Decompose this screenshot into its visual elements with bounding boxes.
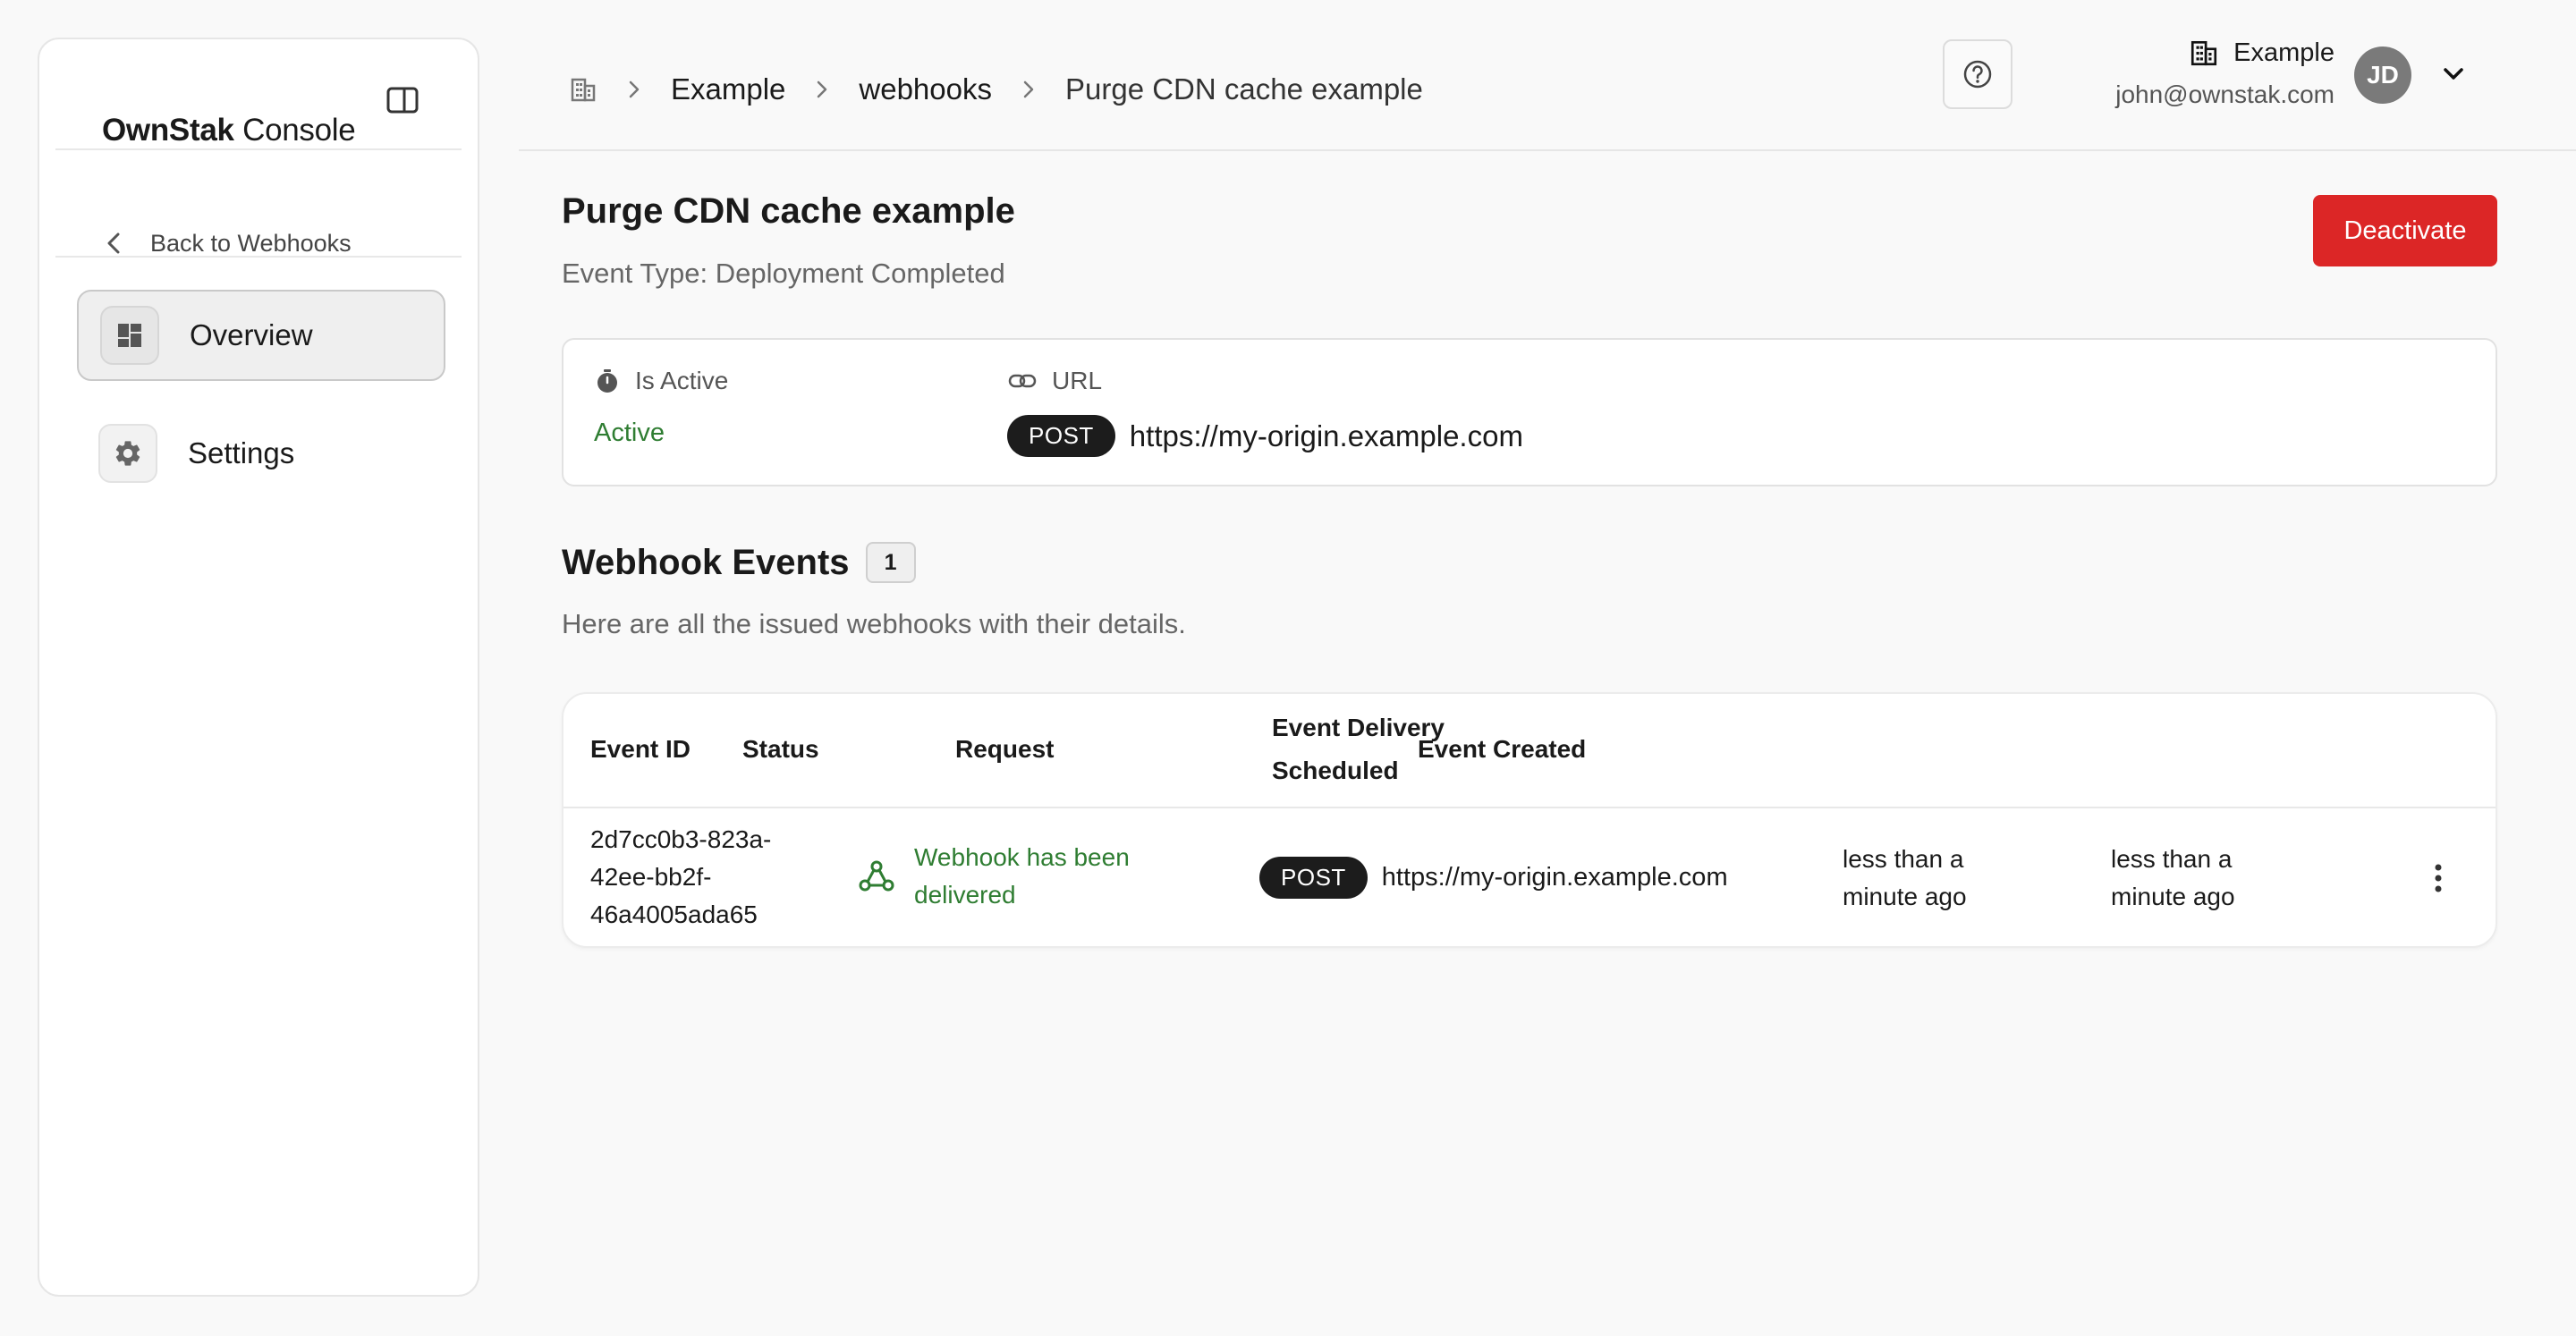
chevron-right-icon — [624, 80, 644, 99]
webhook-info-card: Is Active Active URL POST https://my-ori… — [562, 338, 2497, 486]
is-active-label: Is Active — [594, 367, 728, 395]
method-badge: POST — [1007, 415, 1115, 457]
chevron-right-icon — [812, 80, 832, 99]
building-icon[interactable] — [569, 75, 597, 104]
more-vertical-icon — [2435, 864, 2442, 892]
page-title: Purge CDN cache example — [562, 191, 1015, 231]
sidebar-item-label: Settings — [188, 436, 295, 469]
event-created-cell: less than a minute ago — [2111, 841, 2235, 916]
event-id-cell[interactable]: 2d7cc0b3-823a- 42ee-bb2f- 46a4005ada65 — [590, 821, 771, 934]
building-icon — [2191, 40, 2217, 66]
url-label-text: URL — [1052, 367, 1103, 394]
request-url: https://my-origin.example.com — [1381, 863, 1728, 892]
status-text-line: delivered — [914, 881, 1016, 909]
brand-suffix: Console — [242, 113, 356, 148]
link-icon — [1008, 374, 1037, 388]
breadcrumb: Example webhooks Purge CDN cache example — [569, 66, 1423, 113]
events-section-title: Webhook Events 1 — [562, 542, 916, 583]
back-to-webhooks-link[interactable]: Back to Webhooks — [102, 222, 352, 265]
sidebar-item-label: Overview — [190, 318, 313, 351]
delivery-text-line: less than a — [1843, 845, 1964, 873]
back-link-label: Back to Webhooks — [150, 229, 352, 257]
sidebar: OwnStak Console Back to Webhooks Overvie… — [38, 38, 479, 1297]
chevron-down-icon[interactable] — [2438, 59, 2469, 89]
account-info[interactable]: Example john@ownstak.com — [2115, 38, 2334, 109]
gear-icon — [98, 424, 157, 483]
events-title-text: Webhook Events — [562, 542, 850, 582]
webhook-url-row: POST https://my-origin.example.com — [1007, 415, 1523, 457]
header-divider — [519, 149, 2576, 151]
brand-name: OwnStak — [102, 113, 234, 148]
sidebar-item-settings[interactable]: Settings — [77, 408, 445, 499]
breadcrumb-current: Purge CDN cache example — [1065, 72, 1423, 106]
delivery-scheduled-cell: less than a minute ago — [1843, 841, 1967, 916]
event-type-subtitle: Event Type: Deployment Completed — [562, 258, 1005, 289]
avatar[interactable]: JD — [2354, 47, 2411, 104]
breadcrumb-org[interactable]: Example — [671, 72, 785, 106]
events-subtitle: Here are all the issued webhooks with th… — [562, 608, 1186, 639]
status-text-line: Webhook has been — [914, 843, 1130, 871]
help-icon — [1963, 60, 1992, 89]
sidebar-divider — [55, 256, 462, 258]
help-button[interactable] — [1943, 39, 2012, 109]
breadcrumb-webhooks[interactable]: webhooks — [859, 72, 992, 106]
is-active-label-text: Is Active — [635, 367, 729, 394]
events-count-badge: 1 — [865, 542, 916, 583]
webhook-url: https://my-origin.example.com — [1129, 419, 1523, 452]
webhook-icon — [859, 860, 894, 892]
stopwatch-icon — [597, 369, 617, 393]
created-text-line: less than a — [2111, 845, 2233, 873]
chevron-right-icon — [1019, 80, 1038, 99]
delivery-text-line: minute ago — [1843, 883, 1967, 910]
status-cell: Webhook has been delivered — [859, 839, 1182, 914]
url-label: URL — [1007, 367, 1102, 395]
event-id-line: 42ee-bb2f- — [590, 863, 712, 891]
brand-logo[interactable]: OwnStak Console — [102, 113, 356, 148]
chevron-left-icon — [107, 233, 120, 254]
event-id-line: 2d7cc0b3-823a- — [590, 825, 772, 853]
user-email: john@ownstak.com — [2115, 80, 2334, 108]
sidebar-item-overview[interactable]: Overview — [77, 290, 445, 381]
dashboard-icon — [100, 306, 159, 365]
created-text-line: minute ago — [2111, 883, 2235, 910]
request-cell-content: POST https://my-origin.example.com — [1259, 857, 1728, 899]
method-badge: POST — [1259, 857, 1368, 899]
deactivate-button[interactable]: Deactivate — [2313, 195, 2497, 266]
status-text: Webhook has been delivered — [914, 839, 1182, 914]
active-status-value: Active — [594, 419, 665, 447]
sidebar-toggle-icon[interactable] — [385, 82, 420, 118]
sidebar-divider — [55, 148, 462, 150]
org-name: Example — [2233, 38, 2334, 67]
event-id-line: 46a4005ada65 — [590, 901, 758, 928]
row-actions-menu[interactable] — [2420, 857, 2456, 900]
